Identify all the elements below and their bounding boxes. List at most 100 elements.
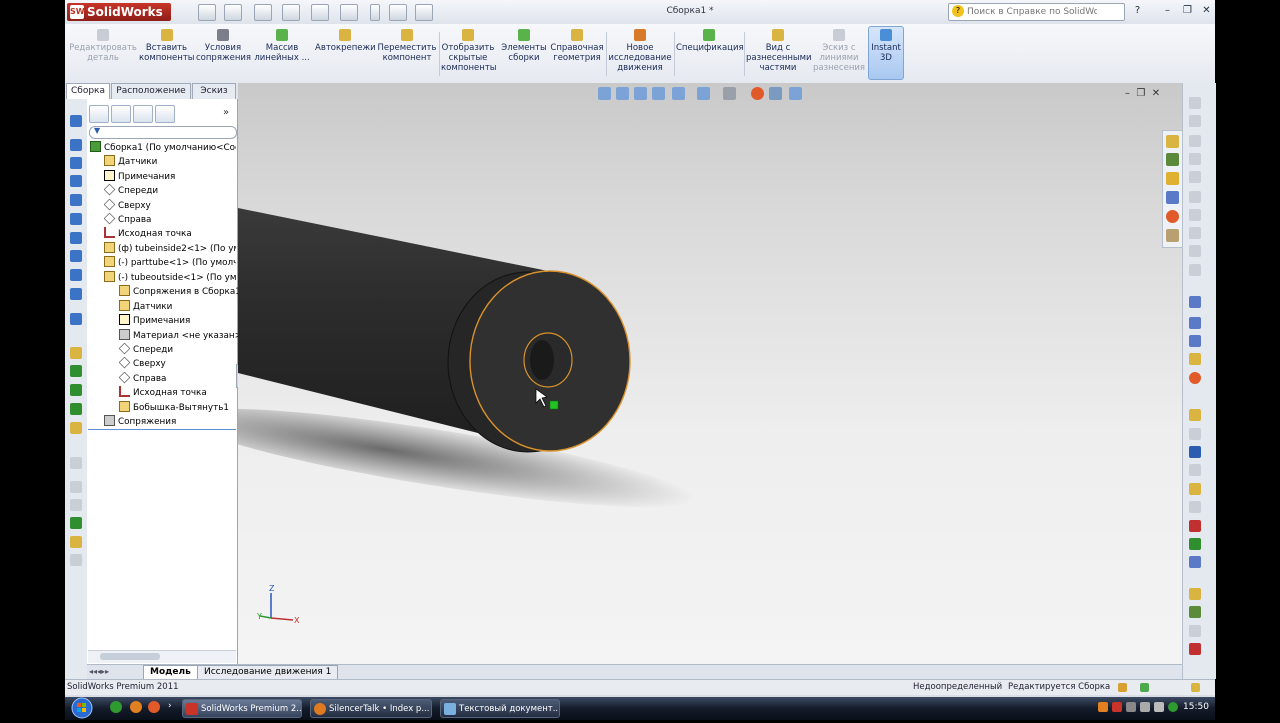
viewport-restore-icon[interactable]: ❐ [1136, 88, 1145, 99]
help-search-input[interactable] [967, 5, 1097, 18]
design-library-icon[interactable] [1166, 153, 1179, 166]
tree-node-front-plane[interactable]: Спереди [104, 184, 158, 197]
view-settings-icon[interactable] [789, 87, 802, 100]
tree-node-top-plane-sub[interactable]: Сверху [119, 357, 166, 370]
tree-node-tubeinside2[interactable]: (ф) tubeinside2<1> (По умол [104, 242, 236, 255]
tray-icon[interactable] [1168, 702, 1178, 712]
previous-view-icon[interactable] [634, 87, 647, 100]
toolbox-icon[interactable] [1189, 606, 1201, 618]
edit-part-button[interactable]: Редактировать деталь [68, 27, 138, 63]
close-icon[interactable]: ✕ [1199, 4, 1214, 18]
appearances-icon[interactable] [1166, 210, 1179, 223]
move-component-button[interactable]: Переместить компонент [377, 27, 437, 63]
tree-node-boss-extrude[interactable]: Бобышка-Вытянуть1 [119, 401, 229, 414]
tree-filter-input[interactable]: ▼ [89, 126, 237, 139]
select-icon[interactable] [340, 4, 358, 21]
smart-fasteners-button[interactable]: Автокрепежи [315, 27, 376, 53]
tree-node-parttube[interactable]: (-) parttube<1> (По умолчан [104, 256, 236, 269]
interference-icon[interactable] [1189, 409, 1201, 421]
zoom-fit-icon[interactable] [598, 87, 611, 100]
linear-pattern-button[interactable]: Массив линейных ... [253, 27, 311, 63]
warning-icon[interactable] [1189, 483, 1201, 495]
smart-dimension-icon[interactable] [70, 347, 82, 359]
tree-node-origin-sub[interactable]: Исходная точка [119, 386, 207, 399]
view-trimetric-icon[interactable] [70, 269, 82, 281]
mate-button[interactable]: Условия сопряжения [196, 27, 251, 63]
tree-node-annotations-sub[interactable]: Примечания [119, 314, 190, 327]
view-palette-icon[interactable] [1166, 191, 1179, 204]
hole-series-icon[interactable] [1189, 520, 1201, 532]
viewport-close-icon[interactable]: ✕ [1152, 88, 1160, 99]
help-menu-icon[interactable]: ? [1130, 4, 1145, 18]
view-back-icon[interactable] [70, 157, 82, 169]
view-front-icon[interactable] [70, 139, 82, 151]
stop-icon[interactable] [1189, 643, 1201, 655]
feature-tree-tab-icon[interactable] [89, 105, 109, 123]
tab-assembly[interactable]: Сборка [66, 83, 110, 100]
tab-layout[interactable]: Расположение [111, 83, 191, 100]
tree-node-assembly[interactable]: Сборка1 (По умолчанию<Состо [90, 141, 236, 154]
view-top-icon[interactable] [70, 213, 82, 225]
fastener-icon[interactable] [70, 422, 82, 434]
explode-line-sketch-button[interactable]: Эскиз с линиями разнесения [813, 27, 865, 73]
help-status-icon[interactable] [1140, 683, 1149, 692]
spell-check-icon[interactable] [1189, 296, 1201, 308]
move-icon[interactable] [70, 115, 82, 127]
view-dimetric-icon[interactable] [70, 288, 82, 300]
section-properties-icon[interactable] [1189, 353, 1201, 365]
insert-components-button[interactable]: Вставить компоненты [139, 27, 195, 63]
tree-node-origin[interactable]: Исходная точка [104, 227, 192, 240]
tree-node-sensors[interactable]: Датчики [104, 155, 157, 168]
open-icon[interactable] [224, 4, 242, 21]
tree-horizontal-scrollbar[interactable] [88, 650, 236, 663]
taskbar-item-firefox[interactable]: SilencerTalk • Index p... [310, 699, 432, 718]
taskbar-item-solidworks[interactable]: SolidWorks Premium 2... [182, 699, 302, 718]
tree-node-right-plane-sub[interactable]: Справа [119, 372, 166, 385]
exploded-view-button[interactable]: Вид с разнесенными частями [746, 27, 812, 73]
graphics-viewport[interactable]: Z X Y [238, 83, 1182, 665]
undo-icon[interactable] [311, 4, 329, 21]
tree-node-tubeoutside[interactable]: (-) tubeoutside<1> (По умол [104, 271, 236, 284]
hide-show-items-icon[interactable] [723, 87, 736, 100]
line-icon[interactable] [70, 365, 82, 377]
network-icon[interactable] [1140, 702, 1150, 712]
equations-icon[interactable] [1189, 446, 1201, 458]
view-bottom-icon[interactable] [70, 232, 82, 244]
tray-icon[interactable] [1112, 702, 1122, 712]
sketch-icon[interactable] [70, 517, 82, 529]
bom-button[interactable]: Спецификация [676, 27, 744, 53]
quicklaunch-icon[interactable] [130, 701, 142, 713]
property-manager-tab-icon[interactable] [111, 105, 131, 123]
tree-node-annotations[interactable]: Примечания [104, 170, 175, 183]
display-manager-tab-icon[interactable] [155, 105, 175, 123]
notes-icon[interactable] [1191, 683, 1200, 692]
tab-scroll-arrows-icon[interactable]: ◂◂◂▸▸ [89, 667, 109, 676]
view-orientation-icon[interactable] [672, 87, 685, 100]
reference-geometry-button[interactable]: Справочная геометрия [550, 27, 604, 63]
check-icon[interactable] [1189, 372, 1201, 384]
help-search-box[interactable]: ? [948, 3, 1125, 21]
zoom-area-icon[interactable] [616, 87, 629, 100]
quicklaunch-icon[interactable] [148, 701, 160, 713]
tree-node-front-plane-sub[interactable]: Спереди [119, 343, 173, 356]
view-left-icon[interactable] [70, 175, 82, 187]
rebuild-status-icon[interactable] [1118, 683, 1127, 692]
new-doc-icon[interactable] [198, 4, 216, 21]
tree-node-mates[interactable]: Сопряжения [104, 415, 176, 428]
tree-node-top-plane[interactable]: Сверху [104, 199, 151, 212]
customize-icon[interactable] [415, 4, 433, 21]
tree-node-right-plane[interactable]: Справа [104, 213, 151, 226]
measure-icon[interactable] [1189, 317, 1201, 329]
tab-sketch[interactable]: Эскиз [192, 83, 236, 100]
tab-motion-study[interactable]: Исследование движения 1 [197, 665, 339, 680]
expand-icon[interactable]: » [223, 107, 229, 118]
solidworks-logo[interactable]: SW SolidWorks [67, 3, 171, 21]
rebuild-icon[interactable] [370, 4, 380, 21]
print-icon[interactable] [282, 4, 300, 21]
display-style-icon[interactable] [697, 87, 710, 100]
tray-icon[interactable] [1098, 702, 1108, 712]
assembly-features-button[interactable]: Элементы сборки [499, 27, 549, 63]
file-explorer-icon[interactable] [1166, 172, 1179, 185]
view-right-icon[interactable] [70, 194, 82, 206]
assembly-visualization-icon[interactable] [1189, 538, 1201, 550]
